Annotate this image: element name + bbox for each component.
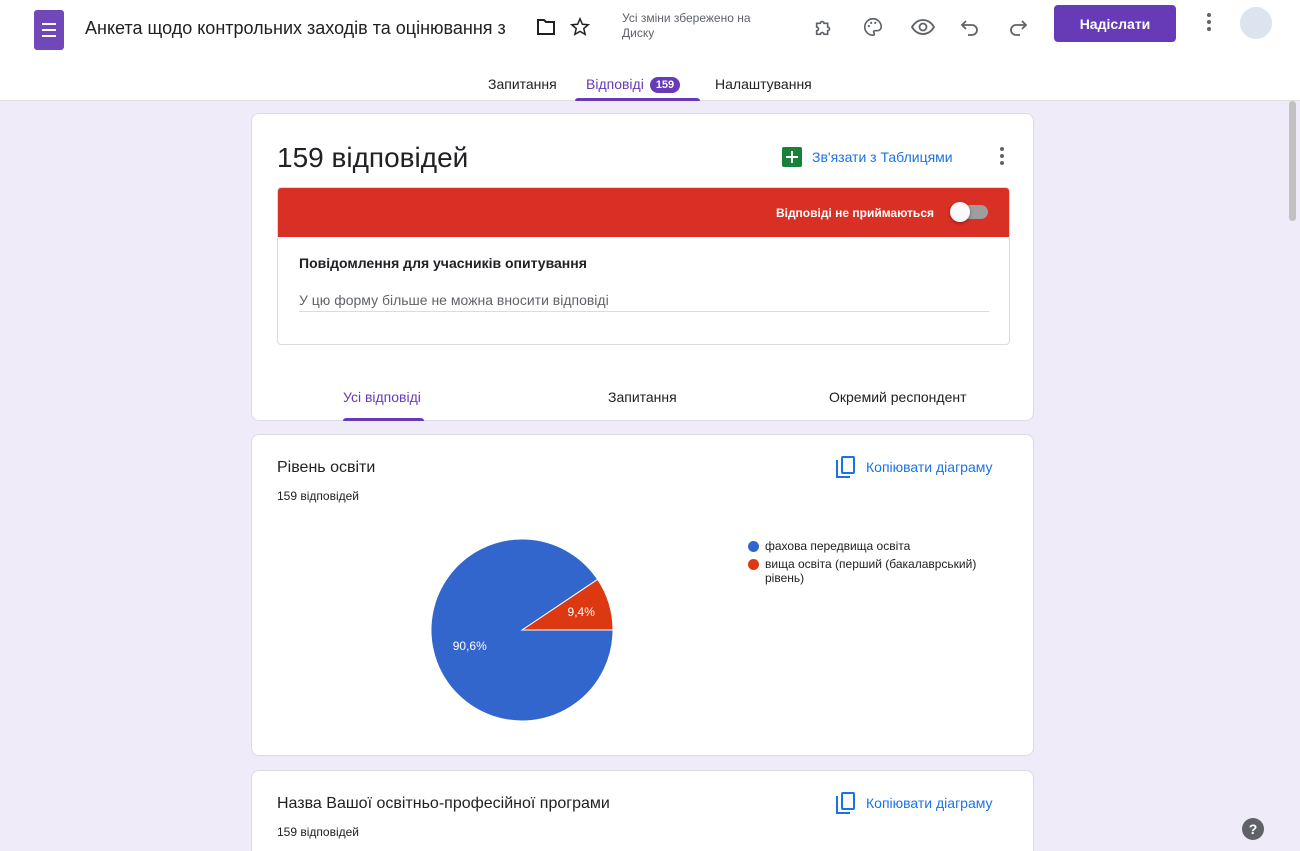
respondent-message-input[interactable] [299,288,989,312]
legend-label: фахова передвища освіта [765,539,911,553]
slice-label: 90,6% [453,639,487,653]
question-card: Назва Вашої освітньо-професійної програм… [251,770,1034,851]
legend-label: вища освіта (перший (бакалаврський) ріве… [765,557,977,585]
not-accepting-banner: Відповіді не приймаються [278,188,1009,237]
addon-puzzle-icon[interactable] [811,14,837,40]
chart-legend: фахова передвища освіта вища освіта (перш… [748,539,1005,589]
question-title: Рівень освіти [277,459,376,476]
more-options-icon[interactable] [992,146,1012,166]
form-title[interactable]: Анкета щодо контрольних заходів та оціню… [85,18,506,39]
subtab-questions[interactable]: Запитання [608,389,677,405]
help-icon[interactable]: ? [1242,818,1264,840]
redo-icon[interactable] [1005,14,1031,40]
top-header: Анкета щодо контрольних заходів та оціню… [0,0,1300,101]
forms-logo-icon[interactable] [34,10,64,50]
avatar[interactable] [1240,7,1272,39]
palette-icon[interactable] [860,14,886,40]
undo-icon[interactable] [957,14,983,40]
folder-icon[interactable] [533,14,559,40]
send-button[interactable]: Надіслати [1054,5,1176,42]
active-subtab-indicator [343,418,424,421]
main-tabs: Запитання Відповіді 159 Налаштування [0,66,1300,101]
subtab-all-responses[interactable]: Усі відповіді [343,389,421,405]
active-tab-indicator [575,98,700,101]
save-status: Усі зміни збережено на Диску [622,11,751,40]
respondent-message-heading: Повідомлення для учасників опитування [299,255,587,271]
responses-count-title: 159 відповідей [277,142,469,173]
subtab-individual[interactable]: Окремий респондент [829,389,967,405]
responses-count-badge: 159 [649,77,681,93]
pie-chart: 9,4% 90,6% [430,538,614,722]
not-accepting-label: Відповіді не приймаються [775,206,934,220]
sheets-icon [782,147,802,167]
question-title: Назва Вашої освітньо-професійної програм… [277,795,610,812]
pie-slice[interactable] [430,538,614,722]
more-vert-icon[interactable] [1199,12,1219,32]
legend-item[interactable]: вища освіта (перший (бакалаврський) ріве… [748,557,1005,585]
slice-label: 9,4% [568,605,596,619]
legend-swatch [748,541,759,552]
scrollbar[interactable] [1284,101,1300,851]
scrollbar-thumb[interactable] [1289,101,1296,221]
accepting-responses-toggle[interactable] [950,202,988,222]
link-sheets-button[interactable]: Зв'язати з Таблицями [782,147,953,167]
copy-icon [836,792,856,814]
responses-summary-card: 159 відповідей Зв'язати з Таблицями Відп… [251,113,1034,421]
legend-swatch [748,559,759,570]
question-response-count: 159 відповідей [277,825,359,839]
responses-closed-panel: Відповіді не приймаються Повідомлення дл… [277,187,1010,345]
tab-settings[interactable]: Налаштування [715,76,812,92]
star-icon[interactable] [567,14,593,40]
question-card: Рівень освіти 159 відповідей Копіювати д… [251,434,1034,756]
preview-eye-icon[interactable] [910,14,936,40]
copy-chart-button[interactable]: Копіювати діаграму [836,456,993,478]
question-response-count: 159 відповідей [277,489,359,503]
legend-item[interactable]: фахова передвища освіта [748,539,1005,553]
copy-icon [836,456,856,478]
copy-chart-button[interactable]: Копіювати діаграму [836,792,993,814]
tab-questions[interactable]: Запитання [488,76,557,92]
tab-responses[interactable]: Відповіді 159 [586,76,681,93]
